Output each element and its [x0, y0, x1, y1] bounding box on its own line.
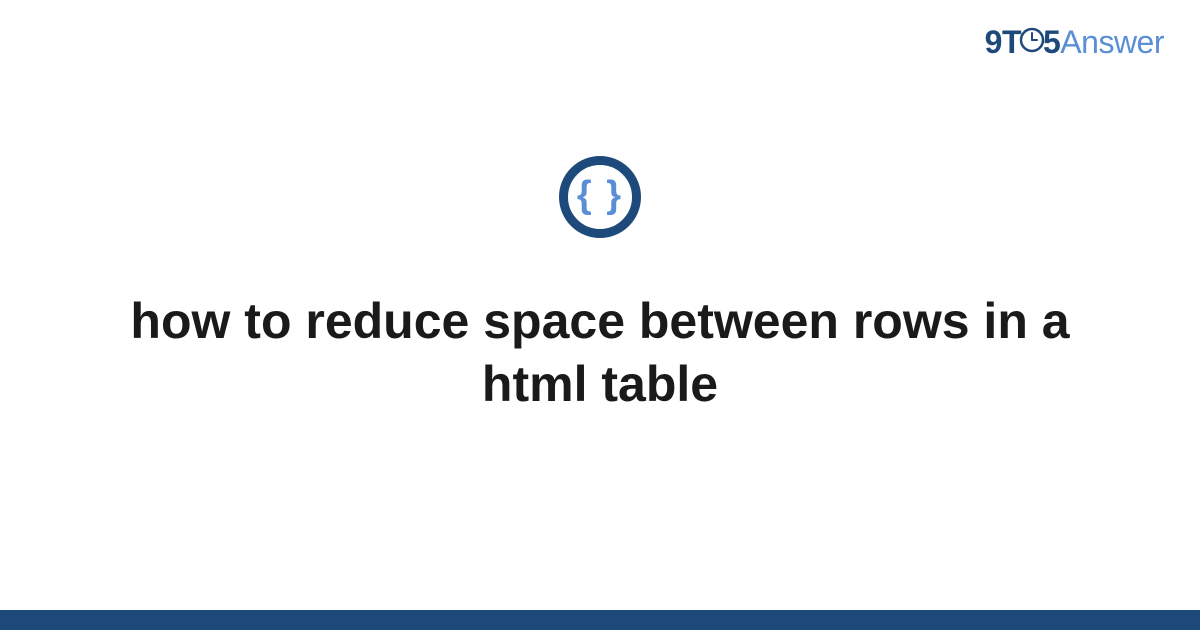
- clock-icon: [1019, 24, 1045, 61]
- page-title: how to reduce space between rows in a ht…: [0, 290, 1200, 415]
- braces-glyph: { }: [577, 176, 623, 214]
- logo-answer: Answer: [1060, 24, 1164, 60]
- logo-five: 5: [1043, 24, 1060, 60]
- icon-ring: { }: [559, 156, 641, 238]
- logo-nine: 9: [985, 24, 1002, 60]
- site-logo: 9T5Answer: [985, 24, 1164, 63]
- footer-bar: [0, 610, 1200, 630]
- code-braces-icon: { }: [559, 156, 641, 238]
